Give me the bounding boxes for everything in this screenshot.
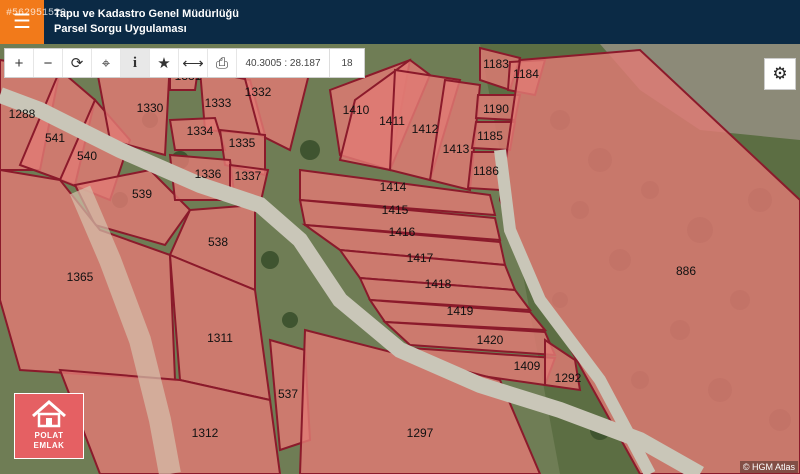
coordinate-readout: 40.3005 : 28.187 (237, 49, 330, 77)
parcel-label: 1185 (477, 129, 503, 143)
parcel-label: 1365 (67, 270, 94, 284)
app-header: ☰ #562951520 Tapu ve Kadastro Genel Müdü… (0, 0, 800, 44)
parcel-label: 1311 (207, 331, 233, 345)
menu-button[interactable]: ☰ (0, 0, 44, 44)
refresh-button[interactable]: ⟳ (63, 49, 92, 77)
parcel-label: 1416 (389, 225, 416, 239)
measure-button[interactable]: ⟷ (179, 49, 208, 77)
parcel-label: 1184 (513, 67, 539, 81)
parcel-label: 1190 (483, 102, 509, 116)
zoom-out-button[interactable]: − (34, 49, 63, 77)
logo-text-line2: EMLAK (33, 441, 65, 450)
parcel-label: 1409 (514, 359, 541, 373)
house-icon (32, 400, 66, 428)
parcel-label: 1337 (235, 169, 262, 183)
parcel-label: 1312 (192, 426, 219, 440)
app-title-line1: Tapu ve Kadastro Genel Müdürlüğü (54, 8, 239, 20)
parcel-label: 539 (132, 187, 152, 201)
parcel-label: 1334 (187, 124, 214, 138)
parcel-label: 1413 (443, 142, 470, 156)
refresh-icon: ⟳ (70, 55, 84, 72)
app-title: Tapu ve Kadastro Genel Müdürlüğü Parsel … (54, 7, 239, 37)
print-button[interactable]: ⎙ (208, 49, 237, 77)
parcel-label: 1417 (407, 251, 434, 265)
parcel-label: 540 (77, 149, 97, 163)
print-icon: ⎙ (215, 54, 228, 72)
polat-emlak-logo: POLAT EMLAK (14, 393, 84, 459)
locate-button[interactable]: ⌖ (92, 49, 121, 77)
favorite-button[interactable]: ★ (150, 49, 179, 77)
info-button[interactable]: i (121, 49, 150, 77)
parcel-label: 1330 (137, 101, 164, 115)
parcel-label: 1335 (229, 136, 256, 150)
star-icon: ★ (157, 55, 171, 72)
gear-icon: ⚙ (772, 64, 788, 83)
parcel-label: 1411 (379, 114, 405, 128)
app-title-line2: Parsel Sorgu Uygulaması (54, 23, 187, 35)
parcel-label: 1419 (447, 304, 474, 318)
parcel-label: 538 (208, 235, 228, 249)
parcel-label: 1336 (195, 167, 222, 181)
measure-icon: ⟷ (182, 55, 204, 72)
info-icon: i (132, 54, 138, 71)
parcel-label: 537 (278, 387, 298, 401)
parcel-label: 1297 (407, 426, 434, 440)
plus-icon: + (14, 54, 24, 72)
parcel-label: 1288 (9, 107, 36, 121)
parcel-label: 541 (45, 131, 65, 145)
parcel-label: 1420 (477, 333, 504, 347)
parcel-label: 1333 (205, 96, 232, 110)
zoom-in-button[interactable]: + (5, 49, 34, 77)
minus-icon: − (43, 54, 53, 72)
parcel-map[interactable]: 1288 541 540 539 538 1365 1330 1331 1333… (0, 44, 800, 474)
zoom-level: 18 (341, 57, 353, 69)
map-toolbar: + − ⟳ ⌖ i ★ ⟷ ⎙ 40.3005 : 28.187 18 (4, 48, 365, 78)
parcel-label: 1292 (555, 371, 582, 385)
parcel-label: 886 (676, 264, 696, 278)
parcel-label: 1183 (483, 57, 509, 71)
parcel-label: 1414 (380, 180, 407, 194)
parcel-label: 1410 (343, 103, 370, 117)
logo-text-line1: POLAT (34, 431, 64, 440)
parcel-label: 1415 (382, 203, 409, 217)
map-attribution: © HGM Atlas (739, 461, 798, 473)
parcel-label: 1186 (473, 164, 499, 178)
crosshair-icon: ⌖ (101, 54, 111, 72)
parcel-label: 1412 (412, 122, 439, 136)
parcel-label: 1332 (245, 85, 272, 99)
parcel-label: 1418 (425, 277, 452, 291)
settings-button[interactable]: ⚙ (764, 58, 796, 90)
